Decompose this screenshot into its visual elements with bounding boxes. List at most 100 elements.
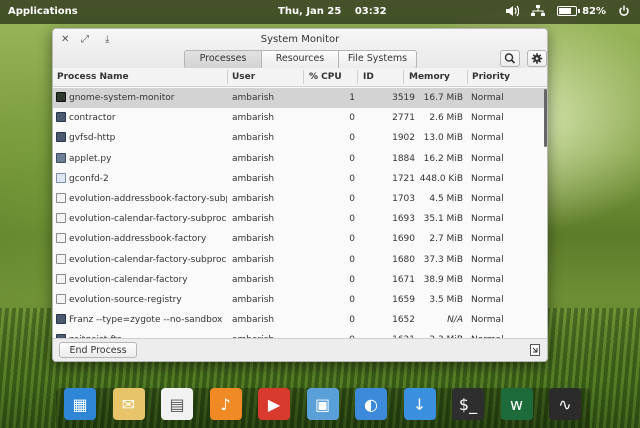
- network-icon[interactable]: [531, 5, 546, 17]
- gear-icon: [531, 53, 543, 64]
- cell-memory: 38.9 MiB: [423, 274, 463, 285]
- cell-user: ambarish: [232, 93, 275, 103]
- dock-item-mail[interactable]: ✉: [112, 388, 145, 420]
- dock-item-wps-writer[interactable]: w: [500, 388, 533, 420]
- search-icon: [504, 53, 516, 64]
- battery-percent: 82%: [582, 5, 606, 17]
- cell-priority: Normal: [471, 153, 504, 164]
- mail-icon: [56, 213, 66, 224]
- dock-item-calendar[interactable]: ▤: [161, 388, 193, 420]
- table-row[interactable]: evolution-source-registry ambarish 0 1659 3.…: [53, 290, 547, 310]
- cell-priority: Normal: [471, 93, 504, 103]
- column-separator: [467, 70, 468, 84]
- table-row[interactable]: applet.py ambarish 0 1884 16.2 MiB Normal: [53, 149, 547, 169]
- cell-priority: Normal: [471, 315, 504, 326]
- column-cpu[interactable]: % CPU: [309, 72, 342, 82]
- end-process-button[interactable]: End Process: [59, 342, 137, 358]
- scrollbar[interactable]: [544, 89, 547, 147]
- dock-item-system-monitor[interactable]: ∿: [549, 388, 581, 420]
- table-row[interactable]: evolution-calendar-factory ambarish 0 1671 3…: [53, 270, 547, 290]
- dock-item-terminal[interactable]: $_: [452, 388, 484, 420]
- mail-icon: [56, 193, 66, 203]
- cell-priority: Normal: [471, 234, 504, 245]
- table-row[interactable]: evolution-calendar-factory-subproce ambar…: [53, 250, 547, 270]
- volume-icon[interactable]: [505, 5, 520, 17]
- table-row[interactable]: evolution-addressbook-factory ambarish 0 16…: [53, 229, 547, 249]
- cell-cpu: 0: [349, 173, 355, 184]
- tab-file-systems[interactable]: File Systems: [339, 51, 416, 68]
- mail-icon: [56, 233, 66, 244]
- search-button[interactable]: [500, 50, 520, 67]
- cell-priority: Normal: [471, 254, 504, 265]
- cell-memory: 16.2 MiB: [423, 153, 463, 164]
- process-list: gnome-system-monitor ambarish 1 3519 16.7 Mi…: [53, 88, 547, 340]
- dock-item-multitasking-view[interactable]: ▦: [64, 388, 96, 420]
- system-monitor-window: ✕ ⤢ ⤓ System Monitor Processes Resources F…: [52, 28, 548, 362]
- column-process-name[interactable]: Process Name: [57, 72, 129, 82]
- cell-name: evolution-calendar-factory-subproce: [69, 214, 227, 225]
- cell-user: ambarish: [232, 173, 275, 184]
- battery-indicator[interactable]: 82%: [557, 6, 606, 17]
- settings-toggle-icon: ◐: [364, 394, 378, 414]
- multitasking-icon: ▦: [72, 394, 88, 414]
- cell-user: ambarish: [232, 113, 275, 124]
- menu-button[interactable]: [527, 50, 547, 67]
- column-id[interactable]: ID: [363, 72, 374, 82]
- cell-priority: Normal: [471, 133, 504, 144]
- cell-memory: 4.5 MiB: [429, 194, 463, 204]
- column-user[interactable]: User: [232, 72, 255, 82]
- table-row[interactable]: Franz --type=zygote --no-sandbox ambarish…: [53, 310, 547, 330]
- cell-user: ambarish: [232, 254, 275, 265]
- cell-cpu: 0: [349, 153, 355, 164]
- cell-priority: Normal: [471, 295, 504, 305]
- dock-item-music[interactable]: ♪: [209, 388, 242, 420]
- tab-resources[interactable]: Resources: [262, 51, 339, 68]
- cell-cpu: 0: [349, 254, 355, 265]
- calendar-icon: ▤: [169, 394, 185, 414]
- cell-user: ambarish: [232, 153, 275, 164]
- cell-cpu: 0: [349, 113, 355, 124]
- applications-menu[interactable]: Applications: [8, 6, 78, 17]
- time-label: 03:32: [354, 6, 387, 17]
- cell-priority: Normal: [471, 194, 504, 204]
- executable-icon: [56, 314, 66, 325]
- table-row[interactable]: gconfd-2 ambarish 0 1721 448.0 KiB Normal: [53, 169, 547, 189]
- cell-name: evolution-source-registry: [69, 295, 182, 305]
- column-priority[interactable]: Priority: [472, 72, 510, 82]
- dock-item-appcenter[interactable]: ↓: [403, 388, 436, 420]
- cell-user: ambarish: [232, 214, 275, 225]
- date-time-indicator[interactable]: Thu, Jan 25 03:32: [278, 6, 397, 17]
- dock-item-photos[interactable]: ▣: [306, 388, 339, 420]
- column-separator: [227, 70, 228, 84]
- cell-name: applet.py: [69, 153, 112, 164]
- cell-user: ambarish: [232, 234, 275, 245]
- dock-item-system-settings[interactable]: ◐: [355, 388, 387, 420]
- table-row[interactable]: gnome-system-monitor ambarish 1 3519 16.7 Mi…: [53, 88, 547, 108]
- python-icon: [56, 152, 66, 163]
- table-row[interactable]: contractor ambarish 0 2771 2.6 MiB Normal: [53, 108, 547, 128]
- executable-icon: [56, 132, 66, 143]
- dock-item-videos[interactable]: ▶: [258, 388, 290, 420]
- cell-user: ambarish: [232, 274, 275, 285]
- process-properties-icon[interactable]: [530, 344, 541, 359]
- cell-memory: 448.0 KiB: [419, 173, 463, 184]
- table-row[interactable]: evolution-addressbook-factory-subp ambari…: [53, 189, 547, 209]
- cell-cpu: 0: [349, 234, 355, 245]
- cell-cpu: 0: [349, 214, 355, 225]
- cell-name: evolution-addressbook-factory: [69, 234, 207, 245]
- view-switcher: Processes Resources File Systems: [184, 50, 417, 69]
- cell-user: ambarish: [232, 315, 275, 326]
- process-table-header: Process Name User % CPU ID Memory Priori…: [53, 68, 547, 87]
- terminal-icon: $_: [458, 394, 478, 414]
- mail-icon: [56, 273, 66, 284]
- power-icon[interactable]: [618, 5, 632, 17]
- table-row[interactable]: evolution-calendar-factory-subproce ambar…: [53, 209, 547, 229]
- column-memory[interactable]: Memory: [409, 72, 450, 82]
- cell-priority: Normal: [471, 113, 504, 124]
- tab-processes[interactable]: Processes: [185, 51, 262, 68]
- cell-name: Franz --type=zygote --no-sandbox: [69, 315, 223, 326]
- table-row[interactable]: gvfsd-http ambarish 0 1902 13.0 MiB Normal: [53, 128, 547, 148]
- cell-name: gnome-system-monitor: [69, 93, 175, 103]
- cell-user: ambarish: [232, 295, 275, 305]
- column-separator: [403, 70, 404, 84]
